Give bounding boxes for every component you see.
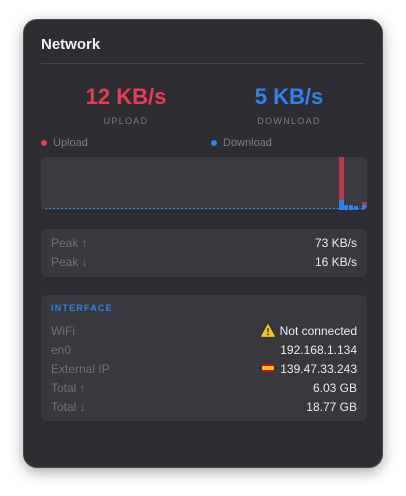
upload-dot-icon [41, 140, 47, 146]
download-spike-bar [339, 200, 344, 210]
upload-speed-value: 12 KB/s [85, 84, 167, 109]
download-dot-icon [211, 140, 217, 146]
wifi-value: Not connected [260, 323, 357, 339]
warning-icon [260, 324, 275, 337]
legend-download-label: Download [223, 137, 272, 149]
network-widget: Network 12 KB/s UPLOAD 5 KB/s DOWNLOAD U… [23, 19, 383, 468]
en0-value: 192.168.1.134 [280, 343, 357, 357]
peak-upload-row: Peak ↑ 73 KB/s [51, 235, 357, 251]
interface-card: INTERFACE WiFi Not connected en0 192.168… [41, 295, 367, 421]
total-download-label: Total ↓ [51, 400, 86, 414]
external-ip-text: 139.47.33.243 [280, 362, 357, 376]
traffic-graph-svg [41, 157, 367, 210]
download-speed-value: 5 KB/s [254, 84, 324, 109]
total-upload-label: Total ↑ [51, 381, 86, 395]
title-divider [41, 63, 365, 64]
download-bar [344, 205, 348, 210]
total-upload-row: Total ↑ 6.03 GB [51, 380, 357, 396]
peak-download-row: Peak ↓ 16 KB/s [51, 254, 357, 270]
total-upload-value: 6.03 GB [312, 381, 357, 395]
download-speed-label: DOWNLOAD [257, 116, 321, 126]
wifi-label: WiFi [51, 324, 75, 338]
upload-spike-bar [339, 157, 344, 200]
legend-download: Download [211, 137, 272, 149]
wifi-status-text: Not connected [279, 324, 357, 338]
en0-row: en0 192.168.1.134 [51, 342, 357, 358]
spain-flag-icon [262, 364, 275, 372]
download-speed: 5 KB/s DOWNLOAD [209, 84, 369, 126]
peak-upload-label: Peak ↑ [51, 236, 88, 250]
total-download-value: 18.77 GB [306, 400, 357, 414]
upload-speed: 12 KB/s UPLOAD [46, 84, 206, 126]
total-download-row: Total ↓ 18.77 GB [51, 399, 357, 415]
download-bar [362, 205, 367, 210]
download-bar [349, 205, 353, 210]
wifi-row: WiFi Not connected [51, 323, 357, 339]
external-ip-value: 139.47.33.243 [262, 361, 357, 377]
interface-section-label: INTERFACE [51, 303, 113, 313]
peak-download-label: Peak ↓ [51, 255, 88, 269]
upload-speed-label: UPLOAD [103, 116, 149, 126]
download-bar [354, 206, 358, 210]
external-ip-row: External IP 139.47.33.243 [51, 361, 357, 377]
legend-upload-label: Upload [53, 137, 88, 149]
peak-upload-value: 73 KB/s [314, 236, 357, 250]
traffic-graph [41, 157, 367, 210]
en0-label: en0 [51, 343, 72, 357]
external-ip-label: External IP [51, 362, 110, 376]
peak-card: Peak ↑ 73 KB/s Peak ↓ 16 KB/s [41, 229, 367, 277]
upload-bar [362, 202, 367, 205]
legend-upload: Upload [41, 137, 88, 149]
widget-title: Network [41, 36, 101, 53]
peak-download-value: 16 KB/s [314, 255, 357, 269]
